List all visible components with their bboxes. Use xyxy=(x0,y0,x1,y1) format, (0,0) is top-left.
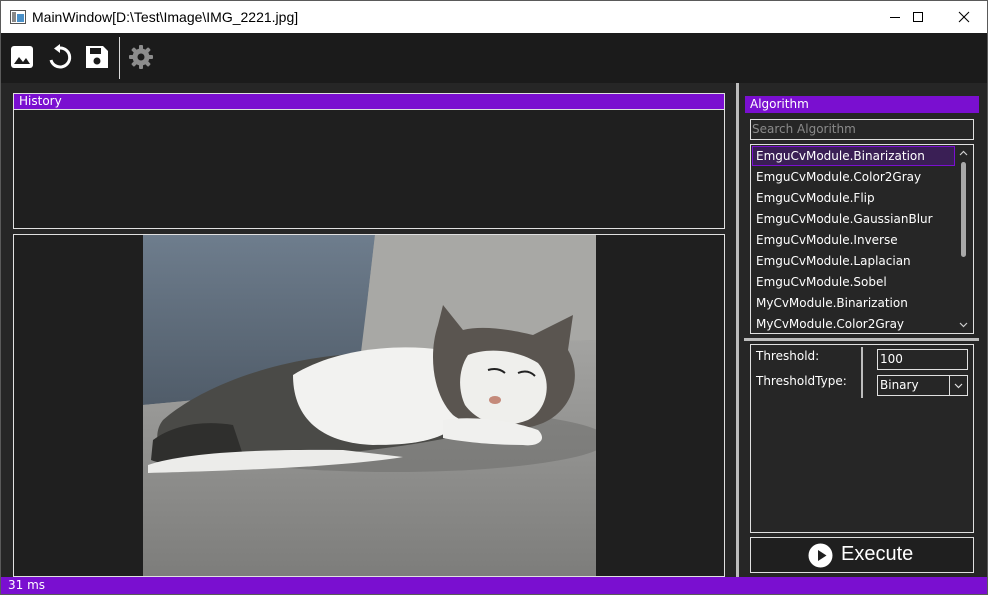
close-icon xyxy=(958,11,970,23)
save-icon xyxy=(86,46,108,68)
params-divider xyxy=(861,347,863,398)
threshold-type-value: Binary xyxy=(880,378,919,392)
title-bar: MainWindow[D:\Test\Image\IMG_2221.jpg] xyxy=(1,1,987,33)
execute-button[interactable]: Execute xyxy=(750,537,974,573)
main-window: MainWindow[D:\Test\Image\IMG_2221.jpg] H… xyxy=(0,0,988,595)
history-panel: History xyxy=(13,93,725,229)
list-item[interactable]: MyCvModule.Color2Gray xyxy=(752,314,955,333)
undo-icon xyxy=(49,44,72,69)
execute-label: Execute xyxy=(841,543,914,565)
scroll-up-button[interactable] xyxy=(955,146,972,160)
horizontal-splitter[interactable] xyxy=(744,338,979,341)
open-image-button[interactable] xyxy=(6,41,38,73)
image-viewer xyxy=(13,234,725,577)
threshold-type-label: ThresholdType: xyxy=(756,374,847,388)
scroll-down-button[interactable] xyxy=(955,318,972,332)
save-button[interactable] xyxy=(81,41,113,73)
status-text: 31 ms xyxy=(8,578,46,592)
chevron-up-icon xyxy=(959,150,968,156)
list-item[interactable]: EmguCvModule.Flip xyxy=(752,188,955,208)
list-item[interactable]: EmguCvModule.Inverse xyxy=(752,230,955,250)
algorithm-header: Algorithm xyxy=(745,96,979,113)
toolbar xyxy=(1,33,987,83)
main-area: History Algorithm Search Algorithm EmguC… xyxy=(1,83,987,577)
list-item[interactable]: EmguCvModule.Color2Gray xyxy=(752,167,955,187)
open-image-icon xyxy=(11,46,33,68)
threshold-input[interactable]: 100 xyxy=(877,349,968,370)
algorithm-scrollbar[interactable] xyxy=(955,146,972,332)
settings-button[interactable] xyxy=(125,41,157,73)
threshold-type-select[interactable]: Binary xyxy=(877,375,968,396)
history-header: History xyxy=(14,94,724,110)
maximize-button[interactable] xyxy=(895,1,941,33)
vertical-splitter[interactable] xyxy=(736,83,739,577)
play-icon xyxy=(808,543,833,568)
list-item[interactable]: MyCvModule.Binarization xyxy=(752,293,955,313)
status-bar: 31 ms xyxy=(1,577,987,594)
undo-button[interactable] xyxy=(44,41,76,73)
maximize-icon xyxy=(913,12,923,22)
list-item[interactable]: EmguCvModule.Sobel xyxy=(752,272,955,292)
dropdown-button[interactable] xyxy=(949,376,967,395)
toolbar-separator xyxy=(119,37,120,79)
algorithm-list: EmguCvModule.Binarization EmguCvModule.C… xyxy=(750,144,974,334)
cat-photo xyxy=(143,235,596,576)
threshold-label: Threshold: xyxy=(756,349,820,363)
settings-icon xyxy=(129,45,153,69)
parameters-panel: Threshold: ThresholdType: 100 Binary xyxy=(750,344,974,533)
app-icon xyxy=(10,10,26,24)
chevron-down-icon xyxy=(959,322,968,328)
window-title: MainWindow[D:\Test\Image\IMG_2221.jpg] xyxy=(32,9,299,25)
algorithm-search-input[interactable]: Search Algorithm xyxy=(750,119,974,140)
list-item[interactable]: EmguCvModule.Binarization xyxy=(752,146,955,166)
scroll-thumb[interactable] xyxy=(961,162,966,257)
list-item[interactable]: EmguCvModule.Laplacian xyxy=(752,251,955,271)
close-button[interactable] xyxy=(941,1,987,33)
list-item[interactable]: EmguCvModule.GaussianBlur xyxy=(752,209,955,229)
chevron-down-icon xyxy=(954,383,963,388)
